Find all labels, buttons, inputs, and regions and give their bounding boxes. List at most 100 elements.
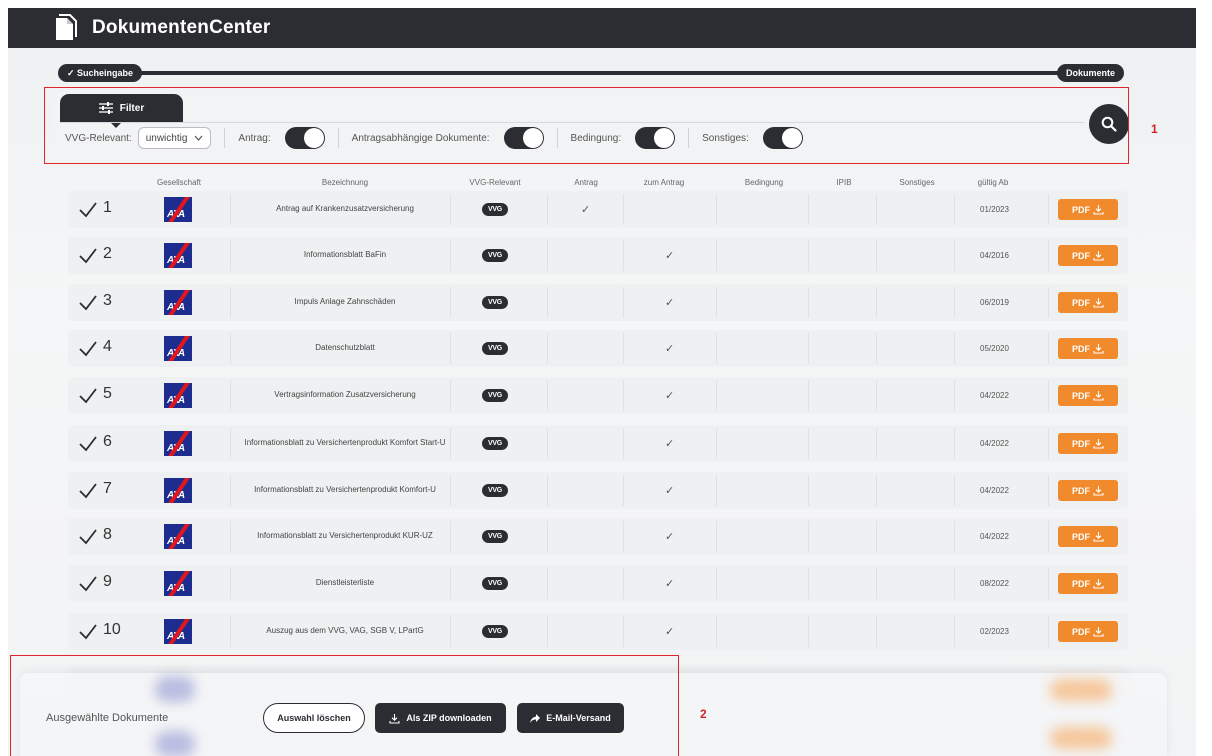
pdf-download-button[interactable]: PDF xyxy=(1058,526,1118,547)
cell-separator xyxy=(230,333,231,364)
valid-from-date: 04/2022 xyxy=(980,391,1009,400)
filter-tab[interactable]: Filter xyxy=(60,94,183,128)
antrag-toggle[interactable] xyxy=(284,127,325,149)
pdf-label: PDF xyxy=(1072,390,1090,401)
cell-separator xyxy=(450,240,451,271)
checkbox-checked-icon[interactable] xyxy=(78,386,98,406)
pdf-download-button[interactable]: PDF xyxy=(1058,338,1118,359)
valid-from-date: 02/2023 xyxy=(980,627,1009,636)
table-row[interactable]: 4 AXA Datenschutzblatt VVG ✓ 05/2020 PDF xyxy=(68,330,1128,367)
table-row[interactable]: 3 AXA Impuls Anlage Zahnschäden VVG ✓ 06/2019… xyxy=(68,284,1128,321)
zum-antrag-check: ✓ xyxy=(665,485,675,497)
table-row[interactable]: 2 AXA Informationsblatt BaFin VVG ✓ 04/2016 PD… xyxy=(68,237,1128,274)
cell-separator xyxy=(808,616,809,647)
cell-separator xyxy=(808,428,809,459)
clear-selection-button[interactable]: Auswahl löschen xyxy=(263,703,365,733)
valid-from-date: 04/2022 xyxy=(980,439,1009,448)
checkbox-checked-icon[interactable] xyxy=(78,293,98,313)
pdf-download-button[interactable]: PDF xyxy=(1058,573,1118,594)
cell-separator xyxy=(716,194,717,225)
checkbox-checked-icon[interactable] xyxy=(78,339,98,359)
document-title: Datenschutzblatt xyxy=(315,343,375,353)
cell-separator xyxy=(230,568,231,599)
progress-stepper: ✓ Sucheingabe Dokumente xyxy=(58,64,1124,82)
document-title: Auszug aus dem VVG, VAG, SGB V, LPartG xyxy=(266,626,424,636)
axa-logo: AXA xyxy=(164,619,192,644)
cell-separator xyxy=(230,287,231,318)
checkbox-checked-icon[interactable] xyxy=(78,246,98,266)
vvg-badge: VVG xyxy=(482,625,508,638)
checkbox-checked-icon[interactable] xyxy=(78,481,98,501)
cell-separator xyxy=(954,521,955,552)
table-row[interactable]: 5 AXA Vertragsinformation Zusatzversicheru… xyxy=(68,377,1128,414)
axa-logo: AXA xyxy=(164,431,192,456)
cell-separator xyxy=(876,380,877,411)
pdf-label: PDF xyxy=(1072,297,1090,308)
table-row[interactable]: 6 AXA Informationsblatt zu Versichertenpro… xyxy=(68,425,1128,462)
cell-separator xyxy=(876,428,877,459)
table-row[interactable]: 9 AXA Dienstleisterliste VVG ✓ 08/2022 PDF xyxy=(68,565,1128,602)
pdf-download-button[interactable]: PDF xyxy=(1058,292,1118,313)
sonstiges-toggle[interactable] xyxy=(762,127,803,149)
antrag-label: Antrag: xyxy=(238,132,271,144)
blurred-pdf-button xyxy=(1050,679,1112,701)
filter-divider xyxy=(60,122,1084,123)
pdf-label: PDF xyxy=(1072,438,1090,449)
cell-separator xyxy=(1048,287,1049,318)
table-row[interactable]: 10 AXA Auszug aus dem VVG, VAG, SGB V, LPa… xyxy=(68,613,1128,650)
cell-separator xyxy=(954,616,955,647)
pdf-download-button[interactable]: PDF xyxy=(1058,621,1118,642)
cell-separator xyxy=(623,616,624,647)
cell-separator xyxy=(808,568,809,599)
col-antrag: Antrag xyxy=(574,178,598,187)
bedingung-toggle[interactable] xyxy=(635,127,676,149)
cell-separator xyxy=(954,428,955,459)
zum-antrag-check: ✓ xyxy=(665,297,675,309)
checkbox-checked-icon[interactable] xyxy=(78,574,98,594)
cell-separator xyxy=(1048,616,1049,647)
download-icon xyxy=(1093,627,1104,637)
table-row[interactable]: 8 AXA Informationsblatt zu Versichertenpro… xyxy=(68,518,1128,555)
pdf-download-button[interactable]: PDF xyxy=(1058,433,1118,454)
filter-vvg: VVG-Relevant: unwichtig xyxy=(65,127,212,149)
cell-separator xyxy=(1048,568,1049,599)
table-row[interactable]: 1 AXA Antrag auf Krankenzusatzversicherung… xyxy=(68,191,1128,228)
vvg-badge: VVG xyxy=(482,437,508,450)
download-icon xyxy=(1093,579,1104,589)
cell-separator xyxy=(450,475,451,506)
cell-separator xyxy=(716,240,717,271)
cell-separator xyxy=(547,616,548,647)
cell-separator xyxy=(876,194,877,225)
checkbox-checked-icon[interactable] xyxy=(78,622,98,642)
col-bedingung: Bedingung xyxy=(744,178,784,187)
pdf-download-button[interactable]: PDF xyxy=(1058,199,1118,220)
zip-download-label: Als ZIP downloaden xyxy=(406,713,492,723)
download-icon xyxy=(1093,486,1104,496)
vvg-select[interactable]: unwichtig xyxy=(137,127,212,149)
email-send-button[interactable]: E-Mail-Versand xyxy=(517,703,624,733)
download-icon xyxy=(1093,298,1104,308)
row-number: 4 xyxy=(103,338,112,355)
checkbox-checked-icon[interactable] xyxy=(78,200,98,220)
step-sucheingabe[interactable]: ✓ Sucheingabe xyxy=(58,64,143,82)
pdf-download-button[interactable]: PDF xyxy=(1058,245,1118,266)
table-row[interactable]: 7 AXA Informationsblatt zu Versichertenpro… xyxy=(68,472,1128,509)
checkbox-checked-icon[interactable] xyxy=(78,527,98,547)
cell-separator xyxy=(230,521,231,552)
search-button[interactable] xyxy=(1089,104,1129,144)
selection-action-bar: Ausgewählte Dokumente Auswahl löschen Al… xyxy=(20,673,1167,756)
document-title: Vertragsinformation Zusatzversicherung xyxy=(274,390,416,400)
pdf-download-button[interactable]: PDF xyxy=(1058,385,1118,406)
cell-separator xyxy=(547,287,548,318)
col-bezeichnung: Bezeichnung xyxy=(321,178,369,187)
antragsabh-toggle[interactable] xyxy=(503,127,544,149)
document-icon xyxy=(56,14,77,40)
step-dokumente[interactable]: Dokumente xyxy=(1056,64,1124,82)
filter-separator xyxy=(224,128,226,148)
zum-antrag-check: ✓ xyxy=(665,390,675,402)
zip-download-button[interactable]: Als ZIP downloaden xyxy=(375,703,506,733)
axa-logo: AXA xyxy=(164,243,192,268)
pdf-download-button[interactable]: PDF xyxy=(1058,480,1118,501)
row-number: 8 xyxy=(103,526,112,543)
checkbox-checked-icon[interactable] xyxy=(78,434,98,454)
